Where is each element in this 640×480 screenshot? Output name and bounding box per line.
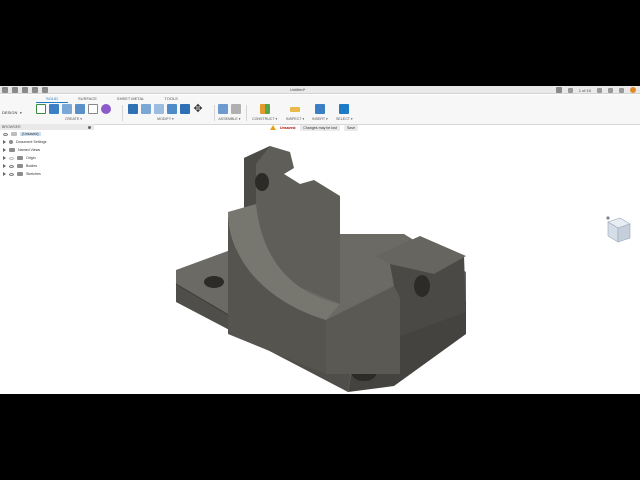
create-sketch-icon[interactable] (36, 104, 46, 114)
title-bar: Untitled* 1 of 10 (0, 86, 640, 94)
expand-icon[interactable] (3, 140, 6, 144)
select-group: SELECT ▾ (336, 103, 353, 123)
help-icon[interactable] (619, 87, 624, 93)
fillet-icon[interactable] (141, 104, 151, 114)
browser-item-document-settings[interactable]: Document Settings (0, 138, 94, 146)
user-avatar-icon[interactable] (630, 87, 636, 93)
folder-icon (9, 148, 15, 152)
insert-group: INSERT ▾ (312, 103, 328, 123)
revolve-icon[interactable] (62, 104, 72, 114)
browser-item-label: Origin (26, 156, 36, 160)
construct-group: CONSTRUCT ▾ (252, 103, 277, 123)
assemble-group: ASSEMBLE ▾ (218, 103, 241, 123)
document-title: Untitled* (290, 87, 306, 92)
modify-group: ✥ MODIFY ▾ (128, 103, 203, 123)
new-component-icon[interactable] (218, 104, 228, 114)
browser-item-label: (Unsaved) (20, 132, 41, 136)
browser-item-label: Document Settings (16, 140, 47, 144)
select-menu[interactable]: SELECT (336, 117, 350, 121)
hole-icon[interactable] (75, 104, 85, 114)
view-cube[interactable] (604, 214, 632, 244)
measure-icon[interactable] (290, 106, 301, 112)
upright-hole-rear[interactable] (255, 173, 269, 191)
form-icon[interactable] (101, 104, 111, 114)
expand-icon[interactable] (3, 148, 6, 152)
move-icon[interactable]: ✥ (193, 104, 203, 115)
select-cursor-icon[interactable] (339, 104, 350, 114)
create-menu[interactable]: CREATE (65, 117, 79, 121)
insert-image-icon[interactable] (314, 104, 325, 114)
redo-icon[interactable] (42, 87, 48, 93)
folder-icon (17, 172, 23, 176)
home-view-icon[interactable] (606, 216, 610, 220)
fusion-window: Untitled* 1 of 10 DESIGN ▼ SOLID SURFACE… (0, 86, 640, 394)
tab-bar: SOLID SURFACE SHEET METAL TOOLS (36, 96, 188, 103)
press-pull-icon[interactable] (128, 104, 138, 114)
job-status[interactable]: 1 of 10 (579, 88, 591, 93)
file-icon[interactable] (12, 87, 18, 93)
expand-icon[interactable] (3, 156, 6, 160)
save-icon[interactable] (22, 87, 28, 93)
document-icon (11, 132, 17, 136)
browser-panel: BROWSER (Unsaved) Document Settings Name… (0, 124, 94, 184)
toolbar-divider (214, 105, 215, 121)
joint-icon[interactable] (231, 104, 241, 114)
toolbar-divider (246, 105, 247, 121)
chevron-down-icon: ▼ (19, 110, 23, 115)
tab-tools[interactable]: TOOLS (154, 96, 188, 103)
pattern-icon[interactable] (88, 104, 98, 114)
workspace-switcher[interactable]: DESIGN ▼ (2, 108, 32, 117)
undo-icon[interactable] (32, 87, 38, 93)
browser-title: BROWSER (2, 125, 21, 129)
toolbar: DESIGN ▼ SOLID SURFACE SHEET METAL TOOLS… (0, 95, 640, 125)
inspect-menu[interactable]: INSPECT (286, 117, 302, 121)
add-tab-icon[interactable] (555, 87, 562, 93)
base-hole-left[interactable] (204, 276, 224, 288)
browser-item-label: Sketches (26, 172, 41, 176)
create-group: CREATE ▾ (36, 103, 111, 123)
browser-item-named-views[interactable]: Named Views (0, 146, 94, 154)
upright-hole-front[interactable] (414, 275, 430, 297)
app-menu-icon[interactable] (2, 87, 8, 93)
canvas-viewport[interactable] (94, 124, 640, 394)
shell-icon[interactable] (167, 104, 177, 114)
assemble-menu[interactable]: ASSEMBLE (218, 117, 237, 121)
tab-solid[interactable]: SOLID (36, 96, 69, 103)
browser-item-root[interactable]: (Unsaved) (0, 130, 94, 138)
visibility-icon[interactable] (9, 156, 14, 160)
visibility-icon[interactable] (9, 164, 14, 168)
combine-icon[interactable] (180, 104, 190, 114)
folder-icon (17, 156, 23, 160)
extrude-icon[interactable] (49, 104, 59, 114)
visibility-icon[interactable] (3, 132, 8, 136)
browser-item-origin[interactable]: Origin (0, 154, 94, 162)
tab-surface[interactable]: SURFACE (68, 96, 107, 103)
toolbar-divider (122, 105, 123, 121)
tab-sheet-metal[interactable]: SHEET METAL (107, 96, 154, 103)
extensions-icon[interactable] (567, 87, 573, 93)
folder-icon (17, 164, 23, 168)
notifications-icon[interactable] (608, 87, 613, 93)
browser-item-bodies[interactable]: Bodies (0, 162, 94, 170)
modify-menu[interactable]: MODIFY (157, 117, 171, 121)
browser-item-label: Named Views (18, 148, 41, 152)
expand-icon[interactable] (3, 164, 6, 168)
construct-menu[interactable]: CONSTRUCT (252, 117, 275, 121)
job-status-icon[interactable] (597, 87, 602, 93)
workspace-label: DESIGN (2, 110, 18, 115)
offset-plane-icon[interactable] (259, 104, 270, 114)
expand-icon[interactable] (3, 172, 6, 176)
browser-item-label: Bodies (26, 164, 37, 168)
visibility-icon[interactable] (9, 172, 14, 176)
pin-icon[interactable] (88, 125, 91, 129)
insert-menu[interactable]: INSERT (312, 117, 325, 121)
bearing-bracket-model[interactable] (94, 124, 640, 394)
inspect-group: INSPECT ▾ (286, 103, 304, 123)
browser-item-sketches[interactable]: Sketches (0, 170, 94, 178)
chamfer-icon[interactable] (154, 104, 164, 114)
gear-icon (9, 140, 13, 144)
